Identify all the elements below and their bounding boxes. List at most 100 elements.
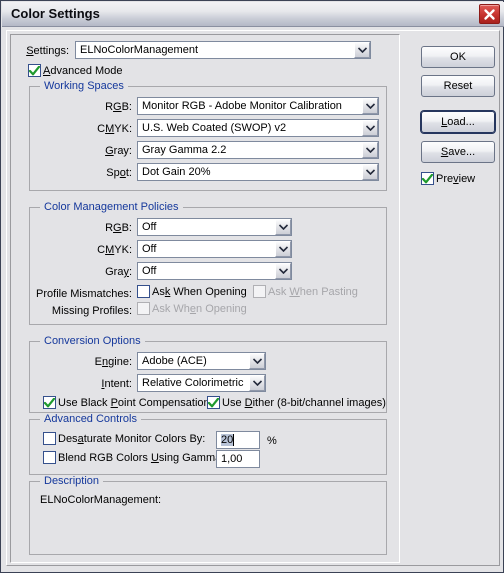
checkbox-label: Blend RGB Colors Using Gamma: <box>58 451 225 464</box>
checkbox-box[interactable] <box>43 432 56 445</box>
save-button-label: ave... <box>448 146 476 158</box>
checkbox-box[interactable] <box>207 396 220 409</box>
ok-button[interactable]: OK <box>421 46 495 68</box>
advanced-mode-checkbox[interactable]: Advanced Mode <box>28 64 123 77</box>
preview-label: Preview <box>436 172 476 185</box>
checkbox-box[interactable] <box>137 285 150 298</box>
cmp-rgb-value: Off <box>142 221 157 233</box>
desaturate-monitor-colors-checkbox[interactable]: Desaturate Monitor Colors By: <box>43 432 205 445</box>
close-icon[interactable] <box>479 4 500 24</box>
profile-mismatch-ask-when-opening-checkbox[interactable]: Ask When Opening <box>137 285 247 298</box>
check-icon <box>208 397 219 407</box>
color-management-policies-group: Color Management Policies RGB: Off CMYK:… <box>29 201 387 325</box>
chevron-down-icon[interactable] <box>362 164 378 180</box>
ws-cmyk-label: CMYK: <box>97 123 132 135</box>
profile-mismatches-label: Profile Mismatches: <box>36 288 132 300</box>
description-legend: Description <box>40 475 104 487</box>
desaturate-value-input[interactable]: 20 <box>216 431 260 449</box>
advanced-controls-legend: Advanced Controls <box>40 413 141 425</box>
preview-checkbox[interactable]: Preview <box>421 172 475 185</box>
checkbox-box <box>253 285 266 298</box>
blend-gamma-value: 1,00 <box>221 453 243 465</box>
checkbox-box[interactable] <box>43 451 56 464</box>
cmp-gray-label: Gray: <box>105 266 132 278</box>
checkbox-box <box>137 302 150 315</box>
ws-rgb-dropdown[interactable]: Monitor RGB - Adobe Monitor Calibration <box>137 97 379 115</box>
load-button[interactable]: Load... <box>421 111 495 133</box>
checkbox-label: Desaturate Monitor Colors By: <box>58 432 206 445</box>
settings-dropdown[interactable]: ELNoColorManagement <box>75 41 371 59</box>
chevron-down-icon[interactable] <box>275 263 291 279</box>
percent-label: % <box>267 435 277 447</box>
title-bar: Color Settings <box>2 2 504 27</box>
blend-gamma-input[interactable]: 1,00 <box>216 450 260 468</box>
dialog-inner-panel: Settings: ELNoColorManagement Advanced M… <box>6 30 500 566</box>
checkbox-label: Ask When Opening <box>152 285 247 298</box>
ws-gray-value: Gray Gamma 2.2 <box>142 144 227 156</box>
intent-label: Intent: <box>101 378 132 390</box>
save-button[interactable]: Save... <box>421 141 495 163</box>
use-dither-checkbox[interactable]: Use Dither (8-bit/channel images) <box>207 396 386 409</box>
advanced-controls-group: Advanced Controls Desaturate Monitor Col… <box>29 413 387 475</box>
working-spaces-group: Working Spaces RGB: Monitor RGB - Adobe … <box>29 80 387 191</box>
description-group: Description ELNoColorManagement: <box>29 475 387 555</box>
blend-rgb-colors-checkbox[interactable]: Blend RGB Colors Using Gamma: <box>43 451 224 464</box>
load-button-label: oad... <box>447 116 475 128</box>
cmp-cmyk-dropdown[interactable]: Off <box>137 240 292 258</box>
ws-spot-dropdown[interactable]: Dot Gain 20% <box>137 163 379 181</box>
settings-dropdown-value: ELNoColorManagement <box>80 44 199 56</box>
ws-spot-value: Dot Gain 20% <box>142 166 211 178</box>
chevron-down-icon[interactable] <box>362 142 378 158</box>
missing-profiles-label: Missing Profiles: <box>51 305 132 317</box>
cmp-legend: Color Management Policies <box>40 201 183 213</box>
conversion-options-group: Conversion Options Engine: Adobe (ACE) I… <box>29 335 387 413</box>
ws-rgb-value: Monitor RGB - Adobe Monitor Calibration <box>142 100 342 112</box>
settings-label: Settings: <box>26 45 69 57</box>
chevron-down-icon[interactable] <box>275 241 291 257</box>
cmp-cmyk-label: CMYK: <box>97 244 132 256</box>
chevron-down-icon[interactable] <box>362 98 378 114</box>
chevron-down-icon[interactable] <box>354 42 370 58</box>
use-black-point-compensation-checkbox[interactable]: Use Black Point Compensation <box>43 396 210 409</box>
ws-spot-label: Spot: <box>106 167 132 179</box>
close-x-glyph <box>484 9 495 20</box>
cmp-rgb-dropdown[interactable]: Off <box>137 218 292 236</box>
cmp-gray-dropdown[interactable]: Off <box>137 262 292 280</box>
chevron-down-icon[interactable] <box>362 120 378 136</box>
color-settings-dialog: Color Settings Settings: ELNoColorManage… <box>0 0 504 573</box>
checkbox-box[interactable] <box>43 396 56 409</box>
ws-gray-label: Gray: <box>105 145 132 157</box>
text-caret <box>233 434 235 446</box>
checkbox-box[interactable] <box>421 172 434 185</box>
engine-label: Engine: <box>94 356 132 368</box>
chevron-down-icon[interactable] <box>249 353 265 369</box>
checkbox-label: Ask When Pasting <box>268 285 358 298</box>
cmp-gray-value: Off <box>142 265 157 277</box>
missing-profiles-ask-when-opening-checkbox: Ask When Opening <box>137 302 247 315</box>
cmp-cmyk-value: Off <box>142 243 157 255</box>
save-button-mnemonic: S <box>440 146 449 158</box>
settings-pane: Settings: ELNoColorManagement Advanced M… <box>10 34 400 563</box>
chevron-down-icon[interactable] <box>249 375 265 391</box>
checkbox-label: Use Dither (8-bit/channel images) <box>222 396 386 409</box>
profile-mismatch-ask-when-pasting-checkbox: Ask When Pasting <box>253 285 358 298</box>
advanced-mode-label: Advanced Mode <box>43 64 123 77</box>
ws-cmyk-dropdown[interactable]: U.S. Web Coated (SWOP) v2 <box>137 119 379 137</box>
engine-dropdown[interactable]: Adobe (ACE) <box>137 352 266 370</box>
ws-rgb-label: RGB: <box>105 101 132 113</box>
ws-gray-dropdown[interactable]: Gray Gamma 2.2 <box>137 141 379 159</box>
description-body: ELNoColorManagement: <box>40 494 162 506</box>
conversion-options-legend: Conversion Options <box>40 335 145 347</box>
reset-button[interactable]: Reset <box>421 75 495 97</box>
engine-value: Adobe (ACE) <box>142 355 207 367</box>
chevron-down-icon[interactable] <box>275 219 291 235</box>
checkbox-box[interactable] <box>28 64 41 77</box>
check-icon <box>29 65 40 75</box>
desaturate-value: 20 <box>221 434 234 446</box>
checkbox-label: Ask When Opening <box>152 302 247 315</box>
intent-dropdown[interactable]: Relative Colorimetric <box>137 374 266 392</box>
checkbox-label: Use Black Point Compensation <box>58 396 210 409</box>
check-icon <box>44 397 55 407</box>
check-icon <box>422 173 433 183</box>
ws-cmyk-value: U.S. Web Coated (SWOP) v2 <box>142 122 287 134</box>
